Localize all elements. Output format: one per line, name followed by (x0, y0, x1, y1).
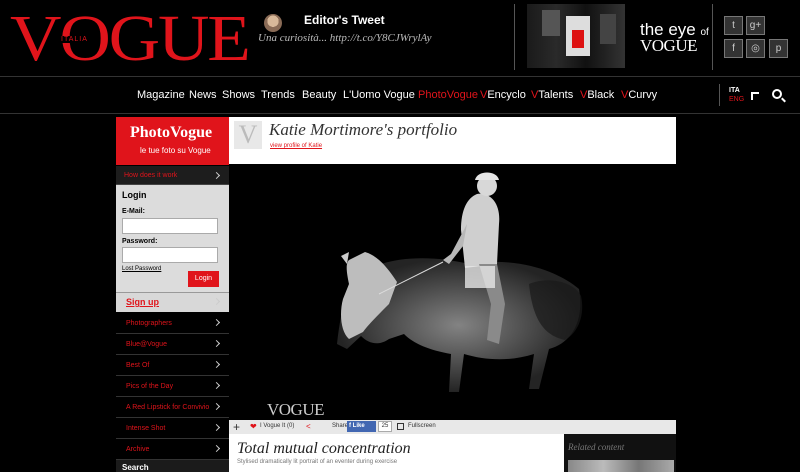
nav-item-vencyclo[interactable]: VEncyclo (480, 89, 526, 101)
eye-thumbnail (600, 14, 616, 44)
eye-thumbnail (566, 16, 590, 56)
nav-item-trends[interactable]: Trends (261, 89, 295, 101)
vogue-logo[interactable]: VOGUE (10, 6, 251, 72)
photo-caption: Stylised dramatically lit portrait of an… (237, 459, 398, 465)
photo-actions-bar (229, 420, 676, 434)
portfolio-title: Katie Mortimore's portfolio (269, 120, 458, 139)
eye-thumbnail (542, 10, 560, 36)
share-icon[interactable]: < (306, 421, 311, 433)
nav-item-vcurvy[interactable]: VCurvy (621, 89, 657, 101)
view-profile-link[interactable]: view profile of Katie (270, 143, 322, 149)
sidebar-item-label: A Red Lipstick for Convivio (126, 404, 210, 411)
vogue-edition: ITALIA (60, 36, 89, 43)
facebook-icon[interactable]: f (724, 39, 743, 58)
nav-item-magazine[interactable]: Magazine (137, 89, 185, 101)
sidebar-item-label: Blue@Vogue (126, 341, 167, 348)
plus-icon[interactable]: + (233, 420, 240, 434)
lang-ita[interactable]: ITA (729, 87, 740, 94)
nav-item-label: Encyclo (487, 89, 526, 101)
nav-item-label: Curvy (628, 89, 658, 101)
nav-item-shows[interactable]: Shows (222, 89, 255, 101)
photographer-avatar[interactable]: V (234, 121, 262, 149)
fullscreen-button[interactable]: Fullscreen (408, 423, 436, 429)
related-content-title: Related content (568, 442, 625, 452)
header-divider (712, 4, 713, 70)
email-field[interactable] (122, 218, 218, 234)
sidebar-item-label: Pics of the Day (126, 383, 174, 390)
sidebar-item-label: Intense Shot (126, 425, 166, 432)
facebook-like-button[interactable]: f Like (347, 421, 376, 432)
nav-divider (719, 84, 720, 106)
nav-item-photovogue[interactable]: PhotoVogue (418, 89, 478, 101)
portfolio-photo[interactable] (229, 164, 676, 420)
heart-icon[interactable]: ❤ (250, 421, 257, 433)
tweet-text[interactable]: Una curiosità... http://t.co/Y8CJWrylAy (258, 32, 432, 44)
horse-rider-illustration (337, 172, 583, 392)
sidebar-item-label: Photographers (126, 320, 172, 327)
sidebar-search-label: Search (122, 463, 149, 472)
instagram-icon[interactable]: ◎ (746, 39, 765, 58)
header-divider (514, 4, 515, 70)
twitter-icon[interactable]: t (724, 16, 743, 35)
password-field[interactable] (122, 247, 218, 263)
photo-watermark: VOGUE (267, 400, 325, 419)
google-plus-icon[interactable]: g+ (746, 16, 765, 35)
nav-item-vblack[interactable]: VBlack (580, 89, 614, 101)
facebook-like-glyph: f (349, 423, 351, 429)
nav-item-label: Talents (538, 89, 574, 101)
editor-avatar (264, 14, 282, 32)
nav-item-beauty[interactable]: Beauty (302, 89, 336, 101)
photo-title: Total mutual concentration (237, 440, 411, 457)
login-button[interactable]: Login (188, 271, 219, 287)
lost-password-link[interactable]: Lost Password (122, 266, 161, 272)
expand-icon[interactable] (751, 92, 759, 100)
search-icon[interactable] (772, 89, 782, 99)
related-content-thumbnail[interactable] (568, 460, 674, 472)
login-title: Login (122, 190, 147, 200)
like-count: 25 (378, 421, 392, 432)
vogue-it-button[interactable]: I Vogue It (0) (260, 423, 294, 429)
sidebar-item-label: Best Of (126, 362, 150, 369)
share-label[interactable]: Share (332, 423, 348, 429)
nav-item-label: Black (587, 89, 615, 101)
eye-of-vogue-logo: VOGUE (640, 36, 698, 55)
nav-item-vtalents[interactable]: VTalents (531, 89, 573, 101)
nav-item-news[interactable]: News (189, 89, 217, 101)
tweet-title: Editor's Tweet (304, 13, 385, 27)
fullscreen-icon[interactable] (397, 423, 404, 430)
email-label: E-Mail: (122, 208, 145, 215)
nav-item-luomo-vogue[interactable]: L'Uomo Vogue (343, 89, 415, 101)
password-label: Password: (122, 238, 158, 245)
lang-eng[interactable]: ENG (729, 96, 744, 103)
photovogue-title: PhotoVogue (130, 124, 213, 141)
photovogue-subtitle: le tue foto su Vogue (140, 146, 211, 155)
how-it-works-label: How does it work (124, 172, 178, 179)
page: VOGUE ITALIA Editor's Tweet Una curiosit… (0, 0, 800, 472)
pinterest-icon[interactable]: p (769, 39, 788, 58)
sidebar-item-label: Archive (126, 446, 150, 453)
eye-of: of (700, 27, 709, 38)
signup-link[interactable]: Sign up (126, 297, 159, 307)
facebook-like-label: Like (352, 423, 365, 429)
